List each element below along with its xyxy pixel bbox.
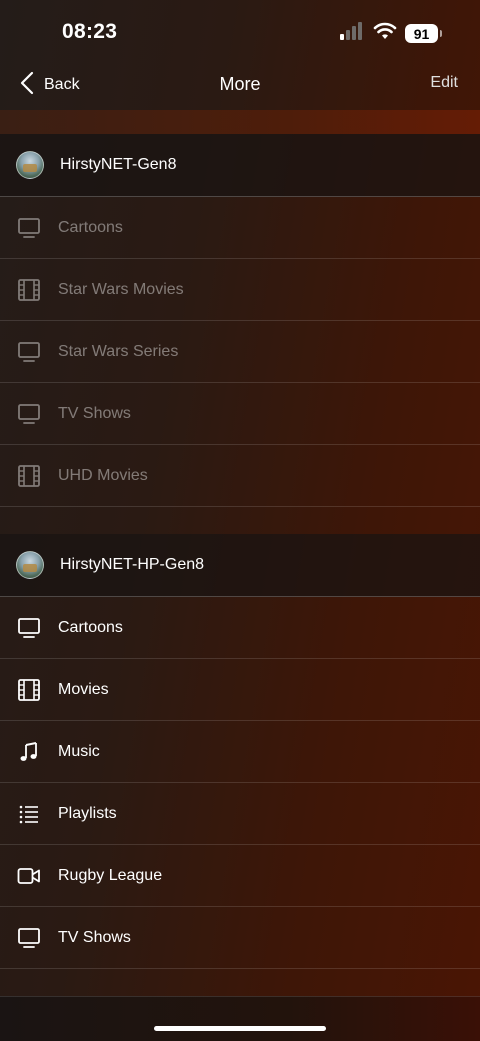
library-item-star-wars-movies[interactable]: Star Wars Movies bbox=[0, 259, 480, 321]
film-icon bbox=[16, 463, 42, 489]
video-camera-icon bbox=[16, 863, 42, 889]
library-item-label: Rugby League bbox=[58, 866, 163, 884]
server-avatar bbox=[16, 151, 44, 179]
music-note-icon bbox=[16, 739, 42, 765]
library-item-tv-shows[interactable]: TV Shows bbox=[0, 907, 480, 969]
server-name: HirstyNET-HP-Gen8 bbox=[60, 556, 205, 573]
nav-divider bbox=[0, 110, 480, 134]
tv-icon bbox=[16, 339, 42, 365]
library-item-label: UHD Movies bbox=[58, 466, 148, 484]
film-icon bbox=[16, 277, 42, 303]
film-icon bbox=[16, 677, 42, 703]
library-item-music[interactable]: Music bbox=[0, 721, 480, 783]
library-item-label: Cartoons bbox=[58, 618, 123, 636]
battery-level: 91 bbox=[413, 25, 430, 42]
navigation-bar: Back More Edit bbox=[0, 62, 480, 110]
cellular-signal-icon bbox=[339, 22, 365, 45]
tv-icon bbox=[16, 401, 42, 427]
library-item-cartoons[interactable]: Cartoons bbox=[0, 597, 480, 659]
library-item-tv-shows[interactable]: TV Shows bbox=[0, 383, 480, 445]
library-item-label: Playlists bbox=[58, 804, 117, 822]
library-item-label: Movies bbox=[58, 680, 109, 698]
server-name: HirstyNET-Gen8 bbox=[60, 156, 177, 173]
library-item-cartoons[interactable]: Cartoons bbox=[0, 197, 480, 259]
library-item-label: Music bbox=[58, 742, 100, 760]
tv-icon bbox=[16, 215, 42, 241]
library-list-hirstynet-gen8: Cartoons Star Wars Movies Star Wars Seri… bbox=[0, 197, 480, 507]
bottom-bar bbox=[0, 996, 480, 1041]
page-title: More bbox=[219, 74, 261, 94]
server-header-hirstynet-gen8[interactable]: HirstyNET-Gen8 bbox=[0, 134, 480, 197]
status-time: 08:23 bbox=[62, 20, 118, 43]
home-indicator[interactable] bbox=[154, 1026, 326, 1031]
library-item-star-wars-series[interactable]: Star Wars Series bbox=[0, 321, 480, 383]
library-item-label: TV Shows bbox=[58, 404, 131, 422]
server-avatar bbox=[16, 551, 44, 579]
library-item-movies[interactable]: Movies bbox=[0, 659, 480, 721]
library-item-playlists[interactable]: Playlists bbox=[0, 783, 480, 845]
status-icons: 91 bbox=[339, 22, 442, 45]
wifi-icon bbox=[373, 22, 397, 45]
battery-indicator: 91 bbox=[405, 24, 442, 43]
status-bar: 08:23 91 bbox=[0, 0, 480, 62]
library-item-label: TV Shows bbox=[58, 928, 131, 946]
server-header-hirstynet-hp-gen8[interactable]: HirstyNET-HP-Gen8 bbox=[0, 534, 480, 597]
tv-icon bbox=[16, 615, 42, 641]
library-item-label: Cartoons bbox=[58, 218, 123, 236]
edit-button[interactable]: Edit bbox=[430, 74, 458, 92]
library-item-rugby-league[interactable]: Rugby League bbox=[0, 845, 480, 907]
tv-icon bbox=[16, 925, 42, 951]
list-icon bbox=[16, 801, 42, 827]
library-item-uhd-movies[interactable]: UHD Movies bbox=[0, 445, 480, 507]
library-item-label: Star Wars Movies bbox=[58, 280, 184, 298]
library-item-label: Star Wars Series bbox=[58, 342, 179, 360]
library-list-hirstynet-hp-gen8: Cartoons Movies Music Playlists Rugby Le… bbox=[0, 597, 480, 969]
